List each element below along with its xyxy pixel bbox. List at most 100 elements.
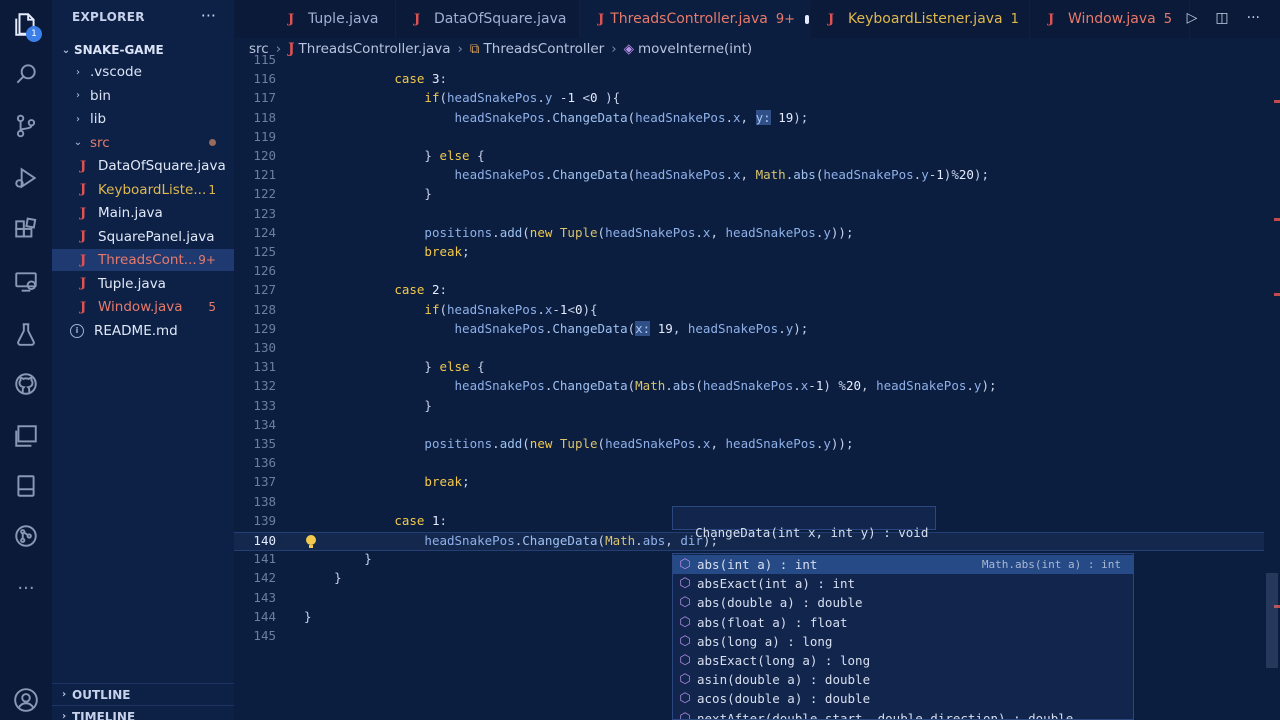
suggestion-item[interactable]: ⬡ abs(long a) : long [673,632,1133,651]
problem-count-badge: 1 [208,182,216,197]
tree-item-threadscont-[interactable]: J ThreadsCont... 9+ [52,249,234,271]
code-text: if(headSnakePos.y -1 <0 ){ [424,90,621,106]
line-number: 134 [253,416,276,432]
unsaved-dot-icon [805,14,809,24]
chevron-down-icon: ⌄ [73,137,83,148]
line-number: 139 [253,512,276,528]
suggestion-item[interactable]: ⬡ acos(double a) : double [673,689,1133,708]
lightbulb-icon[interactable] [304,534,318,550]
line-number: 132 [253,378,276,394]
remote-explorer-icon[interactable] [12,268,40,296]
tab-label: KeyboardListener.java [848,11,1003,27]
extensions-icon[interactable] [12,216,40,244]
suggestion-label: asin(double a) : double [697,672,871,688]
tree-item-squarepanel-java[interactable]: J SquarePanel.java [52,226,234,248]
problem-count-badge: 9+ [198,253,216,267]
method-icon: ⬡ [679,557,691,572]
code-line: 119 [234,129,1264,148]
notebook-icon[interactable] [12,472,40,500]
line-number: 127 [253,282,276,298]
explorer-more-icon[interactable]: ··· [201,6,216,25]
project-folder[interactable]: ⌄ SNAKE-GAME [58,40,234,60]
line-number: 118 [253,109,276,125]
code-text: break; [424,244,470,259]
tree-item-lib[interactable]: › lib [52,108,234,130]
line-number: 129 [253,320,276,336]
tab-threadscontroller-java[interactable]: J ThreadsController.java 9+ [580,0,810,38]
more-actions-icon[interactable]: ··· [1247,10,1260,26]
suggestion-label: nextAfter(double start, double direction… [697,710,1074,720]
code-text: headSnakePos.ChangeData(Math.abs, dir); [424,533,718,548]
tab-keyboardlistener-java[interactable]: J KeyboardListener.java 1 [810,0,1030,38]
source-control-icon[interactable] [12,112,40,140]
github-icon[interactable] [12,370,40,398]
tab-window-java[interactable]: J Window.java 5 [1030,0,1190,38]
tree-item--vscode[interactable]: › .vscode [52,61,234,83]
code-line: 124 positions.add(new Tuple(headSnakePos… [234,225,1264,244]
code-text: positions.add(new Tuple(headSnakePos.x, … [424,224,854,240]
tree-item-dataofsquare-java[interactable]: J DataOfSquare.java [52,155,234,177]
tree-item-label: lib [90,111,107,127]
tree-item-window-java[interactable]: J Window.java 5 [52,296,234,318]
code-line: 115 [234,52,1264,71]
remote-window-icon[interactable] [12,422,40,450]
chevron-right-icon: › [76,66,80,78]
parameter-hint-text: ChangeData(int x, int y) : void [695,525,929,540]
code-text: headSnakePos.ChangeData(x: 19, headSnake… [454,320,809,336]
suggestion-item[interactable]: ⬡ abs(int a) : int Math.abs(int a) : int [673,555,1133,574]
method-icon: ⬡ [679,576,691,592]
line-number: 136 [253,455,276,471]
run-icon[interactable]: ▷ [1187,10,1198,26]
search-icon[interactable] [12,60,40,88]
line-number: 131 [253,359,276,375]
tree-item-keyboardliste-[interactable]: J KeyboardListe... 1 [52,179,234,201]
modified-dot-icon [209,139,216,146]
chevron-down-icon: ⌄ [61,44,71,56]
line-number: 122 [253,186,276,202]
tree-item-label: Tuple.java [98,275,166,292]
code-line: 125 break; [234,244,1264,263]
code-text: } [334,570,342,586]
tree-item-bin[interactable]: › bin [52,85,234,107]
tree-item-tuple-java[interactable]: J Tuple.java [52,273,234,295]
line-number: 119 [253,128,276,144]
suggestion-item[interactable]: ⬡ absExact(int a) : int [673,574,1133,593]
error-marker [1274,293,1280,296]
suggestion-item[interactable]: ⬡ nextAfter(double start, double directio… [673,709,1133,720]
run-debug-icon[interactable] [12,164,40,192]
more-icon[interactable]: ··· [12,574,40,602]
code-line: 130 [234,340,1264,359]
testing-icon[interactable] [12,320,40,348]
line-number: 145 [253,628,276,643]
tab-dataofsquare-java[interactable]: J DataOfSquare.java [396,0,580,38]
suggestion-item[interactable]: ⬡ asin(double a) : double [673,670,1133,689]
tree-item-main-java[interactable]: J Main.java [52,202,234,224]
explorer-sidebar: EXPLORER ··· ⌄ SNAKE-GAME › .vscode › bin › l… [52,0,234,720]
timeline-section[interactable]: › TIMELINE [52,705,234,720]
java-file-icon: J [598,11,605,27]
tree-item-label: DataOfSquare.java [98,158,226,174]
tree-item-src[interactable]: ⌄ src [52,132,234,154]
split-editor-icon[interactable]: ◫ [1215,10,1228,26]
code-line: 117 if(headSnakePos.y -1 <0 ){ [234,90,1264,109]
suggestion-item[interactable]: ⬡ abs(float a) : float [673,613,1133,632]
method-icon: ⬡ [679,710,691,720]
suggestion-label: abs(float a) : float [697,614,848,630]
suggestion-label: abs(long a) : long [697,633,833,649]
line-number: 133 [253,397,276,413]
error-marker [1274,100,1280,103]
code-text: } else { [424,359,485,375]
method-icon: ⬡ [679,614,691,630]
tab-tuple-java[interactable]: J Tuple.java [270,0,396,38]
suggestion-item[interactable]: ⬡ abs(double a) : double [673,593,1133,612]
outline-section[interactable]: › OUTLINE [52,683,234,705]
java-file-icon: J [80,252,87,268]
tree-item-readme-md[interactable]: i README.md [52,320,234,342]
problem-count-badge: 5 [208,300,216,314]
suggestion-item[interactable]: ⬡ absExact(long a) : long [673,651,1133,670]
outline-label: OUTLINE [72,687,131,702]
timeline-icon[interactable] [12,522,40,550]
editor-scrollbar[interactable] [1266,573,1278,668]
line-number: 124 [253,224,276,240]
account-icon[interactable] [12,686,40,714]
